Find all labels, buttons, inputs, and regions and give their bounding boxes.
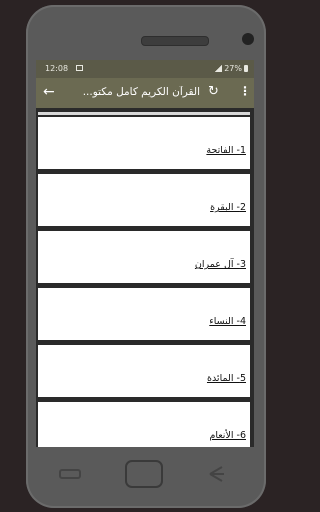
screen: 12:08 27% ← القرآن الكريم كامل مكتو... ↻… xyxy=(36,60,254,447)
list-item-label: 6- الأنعام xyxy=(209,430,246,441)
recent-apps-button[interactable] xyxy=(59,469,81,479)
battery-icon xyxy=(244,65,248,72)
list-item[interactable]: 4- النساء xyxy=(38,288,250,340)
status-bar: 12:08 27% xyxy=(36,60,254,78)
list-item-label: 3- آل عمران xyxy=(194,259,246,270)
list-item[interactable]: 6- الأنعام xyxy=(38,402,250,447)
refresh-icon[interactable]: ↻ xyxy=(208,84,219,99)
list-item[interactable]: 1- الفاتحة xyxy=(38,117,250,169)
list-top-divider xyxy=(38,112,250,115)
list-item[interactable]: 2- البقرة xyxy=(38,174,250,226)
list-item-label: 4- النساء xyxy=(209,316,246,327)
back-nav-icon[interactable] xyxy=(206,465,226,483)
more-options-icon[interactable]: ⋮ xyxy=(239,84,251,98)
back-arrow-icon[interactable]: ← xyxy=(43,84,55,100)
list-item-label: 1- الفاتحة xyxy=(206,145,246,156)
signal-icon xyxy=(214,65,223,72)
status-time: 12:08 xyxy=(45,64,69,73)
image-notification-icon xyxy=(76,65,83,71)
list-item-label: 5- المائدة xyxy=(206,373,246,384)
list-item[interactable]: 5- المائدة xyxy=(38,345,250,397)
earpiece xyxy=(141,36,209,46)
front-camera xyxy=(242,33,254,45)
list-item[interactable]: 3- آل عمران xyxy=(38,231,250,283)
status-right: 27% xyxy=(214,64,248,73)
app-title: القرآن الكريم كامل مكتو... xyxy=(82,86,200,98)
list-item-label: 2- البقرة xyxy=(210,202,246,213)
app-bar: ← القرآن الكريم كامل مكتو... ↻ ⋮ xyxy=(36,78,254,108)
home-button[interactable] xyxy=(125,460,163,488)
battery-percent: 27% xyxy=(224,64,242,73)
